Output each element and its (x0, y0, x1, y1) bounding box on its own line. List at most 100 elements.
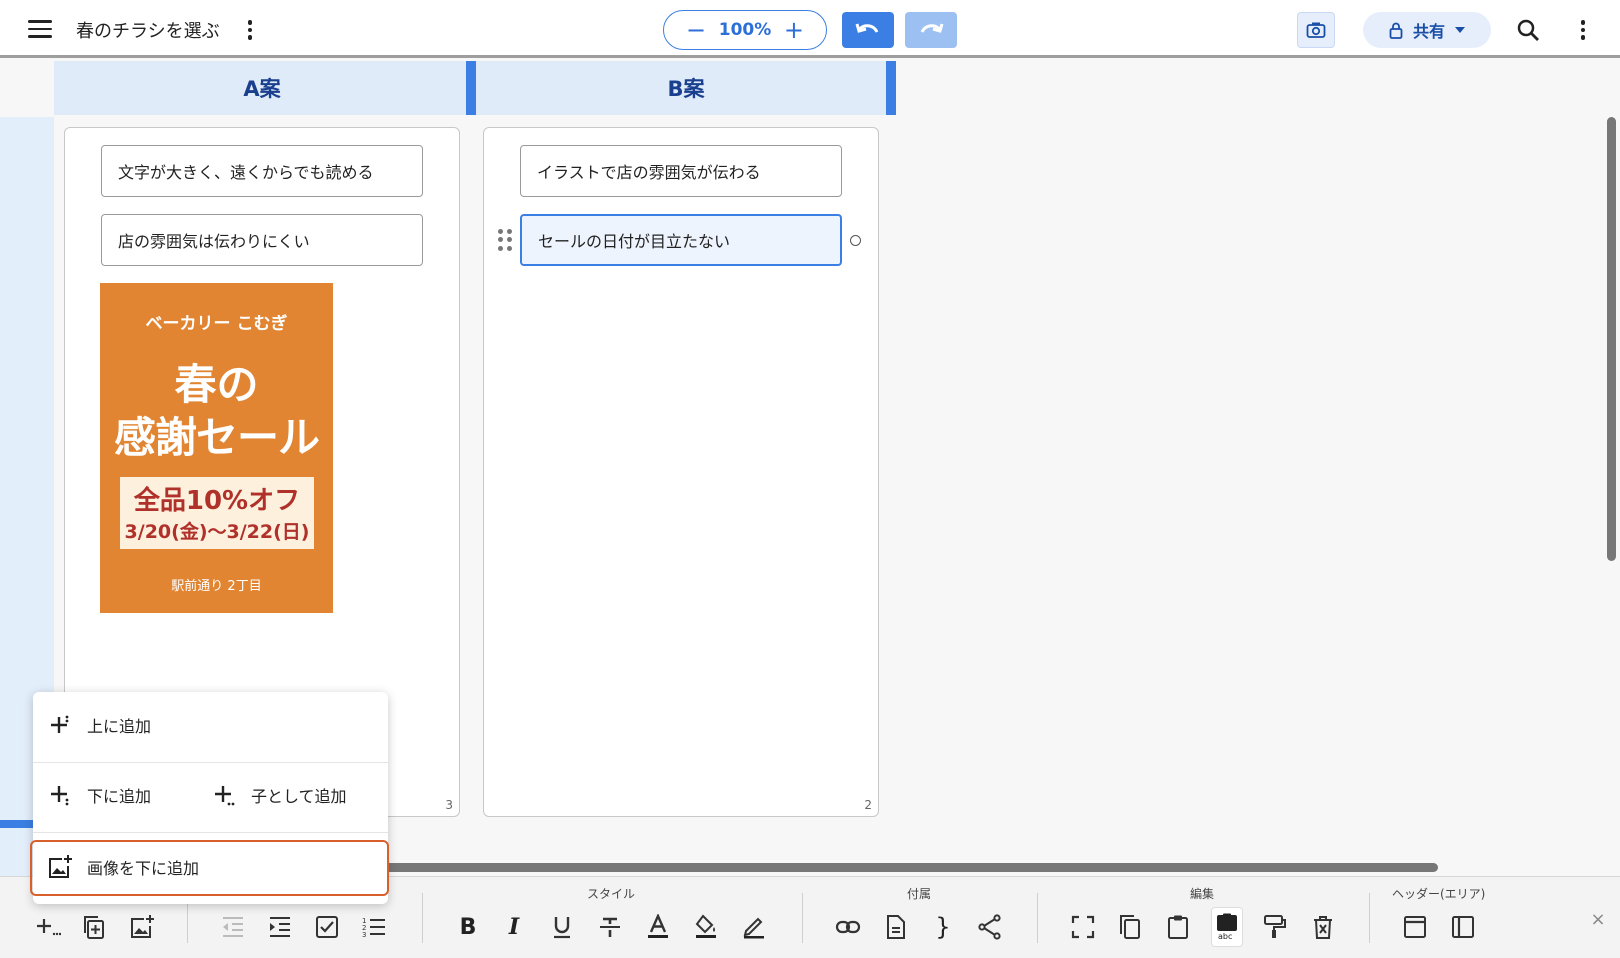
card[interactable]: 文字が大きく、遠くからでも読める (101, 145, 423, 197)
horizontal-scrollbar[interactable] (384, 863, 1438, 872)
flyer-discount: 全品10%オフ (133, 486, 301, 516)
header-left-button[interactable] (1447, 911, 1479, 943)
redo-button[interactable] (905, 12, 957, 48)
outdent-icon (223, 917, 243, 937)
numbered-list-icon: 123 (362, 917, 385, 939)
pen-icon (743, 917, 764, 939)
document-icon (887, 915, 905, 939)
search-icon (1517, 19, 1539, 41)
lock-icon (1389, 22, 1403, 39)
connect-icon (978, 914, 1001, 940)
header-area-icon (1404, 916, 1426, 938)
top-bar: 春のチラシを選ぶ − 100% + 共有 (0, 0, 1620, 58)
format-painter-button[interactable] (1258, 911, 1290, 943)
more-icon[interactable] (1573, 15, 1593, 45)
add-above-item[interactable]: 上に追加 (47, 712, 151, 738)
divider (802, 893, 803, 943)
add-popup-menu: 上に追加 下に追加 子として追加 画像を下に追加 (30, 692, 389, 904)
copy-icon (1120, 915, 1140, 939)
screenshot-button[interactable] (1297, 12, 1335, 48)
column-header-b[interactable]: B案 (476, 61, 896, 115)
card[interactable]: イラストで店の雰囲気が伝わる (520, 145, 842, 197)
outdent-button[interactable] (217, 911, 249, 943)
paste-text-icon: abc (1217, 913, 1237, 941)
add-below-item[interactable]: 下に追加 (47, 782, 151, 808)
card-selected[interactable]: セールの日付が目立たない (520, 214, 842, 266)
bold-button[interactable]: B (452, 911, 484, 943)
column-header-a[interactable]: A案 (54, 61, 476, 115)
note-button[interactable] (880, 911, 912, 943)
paste-text-button[interactable]: abc (1211, 907, 1243, 947)
item-count: 2 (864, 798, 872, 812)
flyer-promo: 全品10%オフ 3/20(金)〜3/22(日) (120, 477, 314, 549)
code-button[interactable]: } (927, 911, 959, 943)
divider (1037, 893, 1038, 943)
duplicate-add-button[interactable] (78, 911, 110, 943)
close-toolbar-button[interactable]: × (1588, 909, 1608, 930)
chevron-down-icon (1455, 27, 1465, 33)
indent-button[interactable] (264, 911, 296, 943)
divider (1369, 893, 1370, 943)
brace-icon: } (935, 913, 951, 941)
drag-handle-icon[interactable] (498, 229, 512, 251)
border-color-button[interactable] (738, 911, 770, 943)
bold-icon: B (459, 914, 477, 940)
add-more-icon (37, 919, 61, 936)
add-child-icon (211, 782, 237, 808)
trash-icon (1314, 916, 1332, 939)
select-frame-icon (1071, 915, 1095, 939)
vertical-scrollbar[interactable] (1607, 117, 1616, 561)
strikethrough-icon (600, 917, 620, 937)
fill-color-button[interactable] (690, 911, 722, 943)
add-below-label: 下に追加 (87, 787, 152, 806)
flyer-headline-1: 春の (174, 360, 259, 409)
svg-text:abc: abc (1218, 932, 1232, 941)
select-button[interactable] (1067, 911, 1099, 943)
item-count: 3 (445, 798, 453, 812)
add-below-icon (47, 782, 73, 808)
checkbox-button[interactable] (311, 911, 343, 943)
undo-button[interactable] (842, 12, 894, 48)
italic-icon: I (508, 914, 520, 940)
delete-button[interactable] (1307, 911, 1339, 943)
add-menu-button[interactable] (32, 911, 64, 943)
divider (33, 832, 388, 833)
underline-button[interactable] (546, 911, 578, 943)
zoom-control: − 100% + (663, 10, 827, 50)
menu-icon[interactable] (22, 14, 58, 44)
add-child-item[interactable]: 子として追加 (211, 782, 347, 808)
camera-icon (1306, 22, 1326, 38)
paste-button[interactable] (1162, 911, 1194, 943)
zoom-in-button[interactable]: + (784, 18, 804, 42)
relation-button[interactable] (974, 911, 1006, 943)
search-button[interactable] (1512, 14, 1544, 46)
card[interactable]: 店の雰囲気は伝わりにくい (101, 214, 423, 266)
zoom-out-button[interactable]: − (686, 18, 706, 42)
divider (33, 762, 388, 763)
add-child-label: 子として追加 (251, 787, 347, 806)
add-above-label: 上に追加 (87, 717, 152, 736)
title-more-icon[interactable] (240, 15, 260, 45)
flyer-address: 駅前通り 2丁目 (171, 579, 262, 594)
italic-button[interactable]: I (498, 911, 530, 943)
document-title[interactable]: 春のチラシを選ぶ (76, 16, 220, 44)
flyer-image[interactable]: ベーカリー こむぎ 春の 感謝セール 全品10%オフ 3/20(金)〜3/22(… (100, 283, 333, 613)
header-top-button[interactable] (1399, 911, 1431, 943)
text-color-button[interactable] (642, 911, 674, 943)
group-label-edit: 編集 (1190, 887, 1215, 901)
strikethrough-button[interactable] (594, 911, 626, 943)
link-button[interactable] (832, 911, 864, 943)
undo-icon (855, 23, 879, 33)
zoom-level[interactable]: 100% (719, 20, 772, 40)
share-button[interactable]: 共有 (1363, 12, 1491, 48)
copy-button[interactable] (1114, 911, 1146, 943)
divider (422, 893, 423, 943)
connector-handle[interactable] (850, 235, 861, 246)
column-divider[interactable] (886, 61, 896, 115)
sidebar-area-icon (1452, 916, 1474, 938)
add-image-button[interactable] (126, 911, 158, 943)
column-divider[interactable] (466, 61, 476, 115)
image-add-icon (131, 915, 154, 938)
underline-icon (554, 917, 570, 939)
numbered-list-button[interactable]: 123 (358, 911, 390, 943)
